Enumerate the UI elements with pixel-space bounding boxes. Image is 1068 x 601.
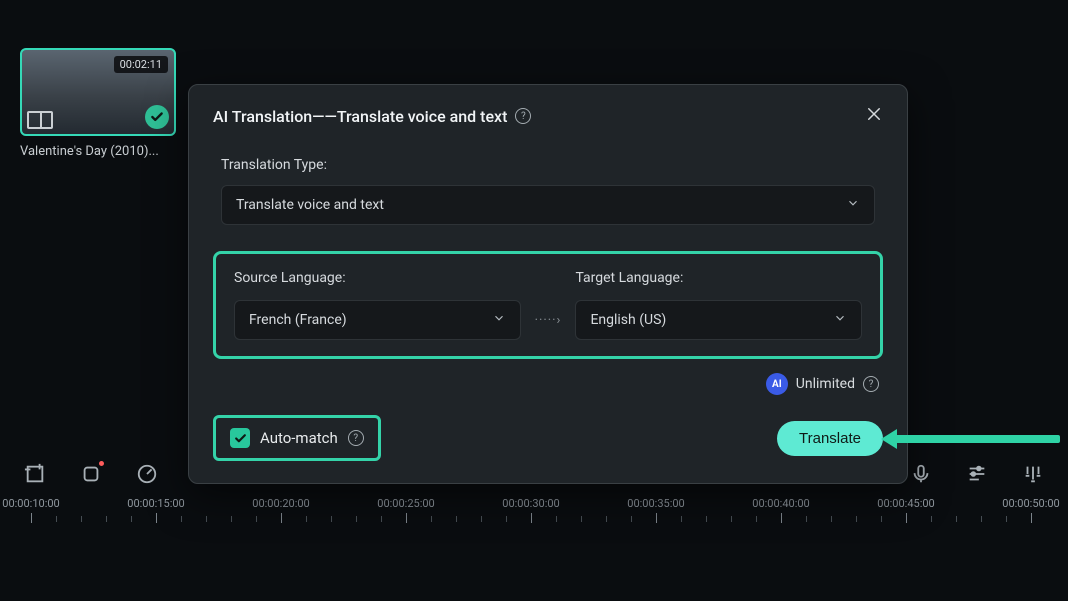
chevron-down-icon: [492, 311, 506, 329]
chevron-down-icon: [833, 311, 847, 329]
speed-tool-icon[interactable]: [136, 463, 158, 485]
help-icon[interactable]: ?: [348, 430, 364, 446]
timeline-time-label: 00:00:20:00: [252, 497, 309, 510]
direction-arrow-icon: ·····›: [535, 313, 562, 340]
microphone-icon[interactable]: [910, 463, 932, 485]
help-icon[interactable]: ?: [863, 376, 879, 392]
filmstrip-icon: [27, 111, 53, 129]
translation-type-label: Translation Type:: [221, 157, 875, 173]
timeline-time-label: 00:00:15:00: [127, 497, 184, 510]
clip-duration-badge: 00:02:11: [114, 56, 168, 73]
timeline-time-label: 00:00:40:00: [752, 497, 809, 510]
timeline-ruler[interactable]: 00:00:10:00 00:00:15:00 00:00:20:00 00:00:2…: [0, 497, 1068, 527]
clip-selected-check-icon: [145, 105, 169, 129]
translation-type-value: Translate voice and text: [236, 197, 384, 213]
target-language-select[interactable]: English (US): [575, 300, 862, 340]
auto-match-label: Auto-match: [260, 429, 338, 447]
media-clip-thumbnail[interactable]: 00:02:11: [20, 48, 176, 136]
source-language-label: Source Language:: [234, 270, 521, 286]
help-icon[interactable]: ?: [515, 108, 531, 124]
markers-icon[interactable]: [1022, 463, 1044, 485]
source-language-select[interactable]: French (France): [234, 300, 521, 340]
translation-type-select[interactable]: Translate voice and text: [221, 185, 875, 225]
dialog-title: AI Translation——Translate voice and text: [213, 107, 507, 126]
source-language-value: French (France): [249, 312, 347, 328]
timeline-time-label: 00:00:50:00: [1002, 497, 1059, 510]
credits-status-label: Unlimited: [796, 376, 855, 392]
timeline-time-label: 00:00:45:00: [877, 497, 934, 510]
timeline-time-label: 00:00:30:00: [502, 497, 559, 510]
annotation-arrow: [895, 435, 1060, 443]
ai-translation-dialog: AI Translation——Translate voice and text…: [188, 84, 908, 484]
mask-tool-icon[interactable]: [80, 463, 102, 485]
ai-badge-icon: AI: [766, 373, 788, 395]
auto-match-group: Auto-match ?: [213, 415, 381, 461]
close-button[interactable]: [865, 105, 883, 127]
timeline-time-label: 00:00:25:00: [377, 497, 434, 510]
target-language-value: English (US): [590, 312, 666, 328]
timeline-time-label: 00:00:10:00: [2, 497, 59, 510]
chevron-down-icon: [846, 196, 860, 214]
clip-filename-label: Valentine's Day (2010)...: [20, 144, 176, 159]
language-selection-group: Source Language: French (France) ·····› …: [213, 251, 883, 359]
crop-tool-icon[interactable]: [24, 463, 46, 485]
timeline-time-label: 00:00:35:00: [627, 497, 684, 510]
auto-match-checkbox[interactable]: [230, 428, 250, 448]
audio-mixer-icon[interactable]: [966, 463, 988, 485]
target-language-label: Target Language:: [575, 270, 862, 286]
translate-button[interactable]: Translate: [777, 421, 883, 456]
